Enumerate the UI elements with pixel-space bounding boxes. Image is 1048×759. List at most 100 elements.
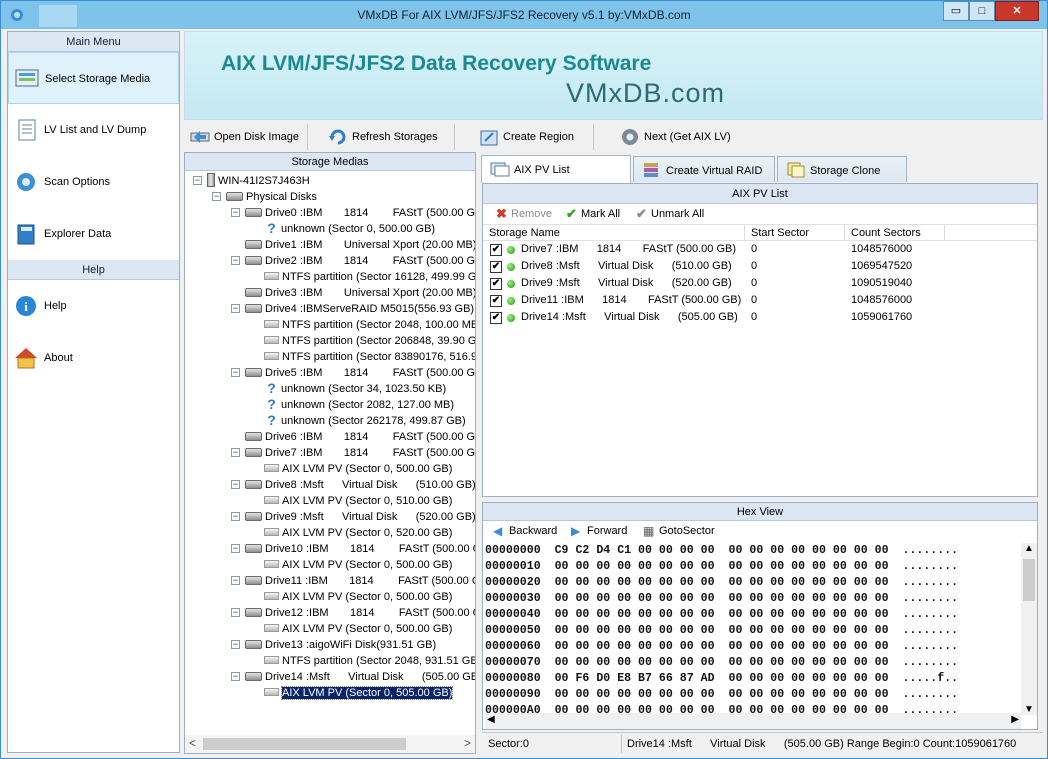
tree-node[interactable]: − Drive10 :IBM 1814 FAStT (500.00 GB) xyxy=(231,541,475,557)
column-count-sectors[interactable]: Count Sectors xyxy=(845,225,945,241)
create-region-button[interactable]: Create Region xyxy=(477,126,574,148)
menu-item-about[interactable]: About xyxy=(8,332,179,384)
tree-node[interactable]: AIX LVM PV (Sector 0, 500.00 GB) xyxy=(264,621,475,637)
mark-all-button[interactable]: ✔ Mark All xyxy=(565,206,620,222)
tree-node[interactable]: AIX LVM PV (Sector 0, 505.00 GB) xyxy=(264,685,475,701)
minimize-button[interactable]: ▭ xyxy=(943,1,969,21)
tree-node[interactable]: AIX LVM PV (Sector 0, 500.00 GB) xyxy=(264,589,475,605)
expand-toggle[interactable]: − xyxy=(231,512,240,521)
expand-toggle[interactable]: − xyxy=(231,368,240,377)
status-separator xyxy=(621,735,622,753)
tree-node[interactable]: NTFS partition (Sector 2048, 100.00 MB) xyxy=(264,317,475,333)
forward-button[interactable]: ▶ Forward xyxy=(569,523,627,539)
pv-list-row[interactable]: ✔ Drive14 :Msft Virtual Disk (505.00 GB) 0… xyxy=(483,309,1037,326)
tree-node[interactable]: − Drive7 :IBM 1814 FAStT (500.00 GB) xyxy=(231,445,475,461)
open-disk-image-button[interactable]: Open Disk Image xyxy=(188,126,299,148)
tree-horizontal-scrollbar[interactable]: < > xyxy=(185,735,475,753)
tree-node[interactable]: ? unknown (Sector 0, 500.00 GB) xyxy=(264,221,475,237)
close-button[interactable]: ✕ xyxy=(995,1,1039,21)
tree-node[interactable]: ? unknown (Sector 262178, 499.87 GB) xyxy=(264,413,475,429)
next-get-aix-lv-button[interactable]: Next (Get AIX LV) xyxy=(618,126,731,148)
tree-node[interactable]: − Drive12 :IBM 1814 FAStT (500.00 GB) xyxy=(231,605,475,621)
menu-item-help[interactable]: i Help xyxy=(8,280,179,332)
tree-node[interactable]: − Drive2 :IBM 1814 FAStT (500.00 GB) xyxy=(231,253,475,269)
backward-button[interactable]: ◀ Backward xyxy=(491,523,557,539)
refresh-storages-button[interactable]: Refresh Storages xyxy=(326,126,438,148)
menu-item-lv-list[interactable]: LV List and LV Dump xyxy=(8,104,179,156)
tree-node[interactable]: ? unknown (Sector 34, 1023.50 KB) xyxy=(264,381,475,397)
row-checkbox[interactable]: ✔ xyxy=(490,312,502,324)
tree-node[interactable]: − WIN-41I2S7J463H xyxy=(193,173,475,189)
tree-node[interactable]: NTFS partition (Sector 2048, 931.51 GB) xyxy=(264,653,475,669)
tree-node[interactable]: − Drive4 :IBMServeRAID M5015(556.93 GB) xyxy=(231,301,475,317)
row-checkbox[interactable]: ✔ xyxy=(490,278,502,290)
pv-list-row[interactable]: ✔ Drive8 :Msft Virtual Disk (510.00 GB) 0 1… xyxy=(483,258,1037,275)
tree-node[interactable]: − Drive14 :Msft Virtual Disk (505.00 GB) xyxy=(231,669,475,685)
expand-toggle[interactable]: − xyxy=(231,672,240,681)
expand-toggle[interactable]: − xyxy=(231,256,240,265)
expand-toggle[interactable]: − xyxy=(231,576,240,585)
maximize-button[interactable]: □ xyxy=(969,1,995,21)
tab-create-virtual-raid[interactable]: Create Virtual RAID xyxy=(633,156,775,182)
scroll-thumb[interactable] xyxy=(203,738,406,750)
pv-list-row[interactable]: ✔ Drive11 :IBM 1814 FAStT (500.00 GB) 0 104… xyxy=(483,292,1037,309)
row-checkbox[interactable]: ✔ xyxy=(490,295,502,307)
unmark-all-button[interactable]: ✔ Unmark All xyxy=(635,206,704,222)
row-checkbox[interactable]: ✔ xyxy=(490,261,502,273)
expand-toggle[interactable]: − xyxy=(193,176,202,185)
tab-aix-pv-list[interactable]: AIX PV List xyxy=(481,155,631,183)
tree-node[interactable]: − Physical Disks xyxy=(212,189,475,205)
tree-node[interactable]: NTFS partition (Sector 16128, 499.99 GB) xyxy=(264,269,475,285)
menu-item-label: Select Storage Media xyxy=(45,73,151,85)
menu-item-explorer-data[interactable]: Explorer Data xyxy=(8,208,179,260)
tree-node[interactable]: NTFS partition (Sector 83890176, 516.93 … xyxy=(264,349,475,365)
menu-item-select-storage[interactable]: Select Storage Media xyxy=(8,52,179,104)
tree-node[interactable]: AIX LVM PV (Sector 0, 500.00 GB) xyxy=(264,557,475,573)
menu-item-scan-options[interactable]: Scan Options xyxy=(8,156,179,208)
tree-node[interactable]: − Drive5 :IBM 1814 FAStT (500.00 GB) xyxy=(231,365,475,381)
tree-node[interactable]: − Drive13 :aigoWiFi Disk(931.51 GB) xyxy=(231,637,475,653)
tree-node[interactable]: − Drive0 :IBM 1814 FAStT (500.00 GB) xyxy=(231,205,475,221)
tree-node[interactable]: − Drive11 :IBM 1814 FAStT (500.00 GB) xyxy=(231,573,475,589)
tab-label: Create Virtual RAID xyxy=(666,165,763,177)
expand-toggle[interactable]: − xyxy=(212,192,221,201)
tree-node[interactable]: ? unknown (Sector 2082, 127.00 MB) xyxy=(264,397,475,413)
tree-node[interactable]: NTFS partition (Sector 206848, 39.90 GB) xyxy=(264,333,475,349)
expand-toggle[interactable]: − xyxy=(231,480,240,489)
tree-node-label: Physical Disks xyxy=(246,191,317,203)
tree-node[interactable]: AIX LVM PV (Sector 0, 510.00 GB) xyxy=(264,493,475,509)
scroll-right-arrow[interactable]: ▶ xyxy=(1011,714,1019,725)
scroll-up-arrow[interactable]: ▲ xyxy=(1024,543,1034,554)
hex-vertical-scrollbar[interactable]: ▲ ▼ xyxy=(1021,543,1037,715)
pv-list-row[interactable]: ✔ Drive9 :Msft Virtual Disk (520.00 GB) 0 1… xyxy=(483,275,1037,292)
expand-toggle[interactable]: − xyxy=(231,208,240,217)
scroll-thumb[interactable] xyxy=(1023,559,1035,601)
hex-dump[interactable]: 00000000 C9 C2 D4 C1 00 00 00 00 00 00 0… xyxy=(485,543,1023,713)
scroll-left-arrow[interactable]: < xyxy=(189,736,196,750)
expand-toggle[interactable]: − xyxy=(231,544,240,553)
remove-button[interactable]: ✖ Remove xyxy=(495,206,552,222)
expand-toggle[interactable]: − xyxy=(231,304,240,313)
tree-node[interactable]: AIX LVM PV (Sector 0, 520.00 GB) xyxy=(264,525,475,541)
scroll-left-arrow[interactable]: ◀ xyxy=(487,714,495,725)
scroll-right-arrow[interactable]: > xyxy=(464,736,471,750)
column-storage-name[interactable]: Storage Name xyxy=(483,225,745,241)
tree-node[interactable]: Drive6 :IBM 1814 FAStT (500.00 GB) xyxy=(245,429,475,445)
svg-text:i: i xyxy=(24,299,28,314)
expand-toggle[interactable]: − xyxy=(231,640,240,649)
pv-list-row[interactable]: ✔ Drive7 :IBM 1814 FAStT (500.00 GB) 0 1048… xyxy=(483,241,1037,258)
expand-toggle[interactable]: − xyxy=(231,448,240,457)
tree-node[interactable]: − Drive8 :Msft Virtual Disk (510.00 GB) xyxy=(231,477,475,493)
expand-toggle[interactable]: − xyxy=(231,608,240,617)
hex-row: 00000070 00 00 00 00 00 00 00 00 00 00 0… xyxy=(485,656,959,669)
goto-sector-button[interactable]: ▦ GotoSector xyxy=(641,523,715,539)
tree-node[interactable]: Drive3 :IBM Universal Xport (20.00 MB) xyxy=(245,285,475,301)
column-start-sector[interactable]: Start Sector xyxy=(745,225,845,241)
scroll-down-arrow[interactable]: ▼ xyxy=(1024,704,1034,715)
tree-node[interactable]: AIX LVM PV (Sector 0, 500.00 GB) xyxy=(264,461,475,477)
tab-storage-clone[interactable]: Storage Clone xyxy=(777,156,907,182)
row-checkbox[interactable]: ✔ xyxy=(490,244,502,256)
tree-node[interactable]: − Drive9 :Msft Virtual Disk (520.00 GB) xyxy=(231,509,475,525)
hex-horizontal-scrollbar[interactable]: ◀ ▶ xyxy=(485,713,1021,729)
tree-node[interactable]: Drive1 :IBM Universal Xport (20.00 MB) xyxy=(245,237,475,253)
